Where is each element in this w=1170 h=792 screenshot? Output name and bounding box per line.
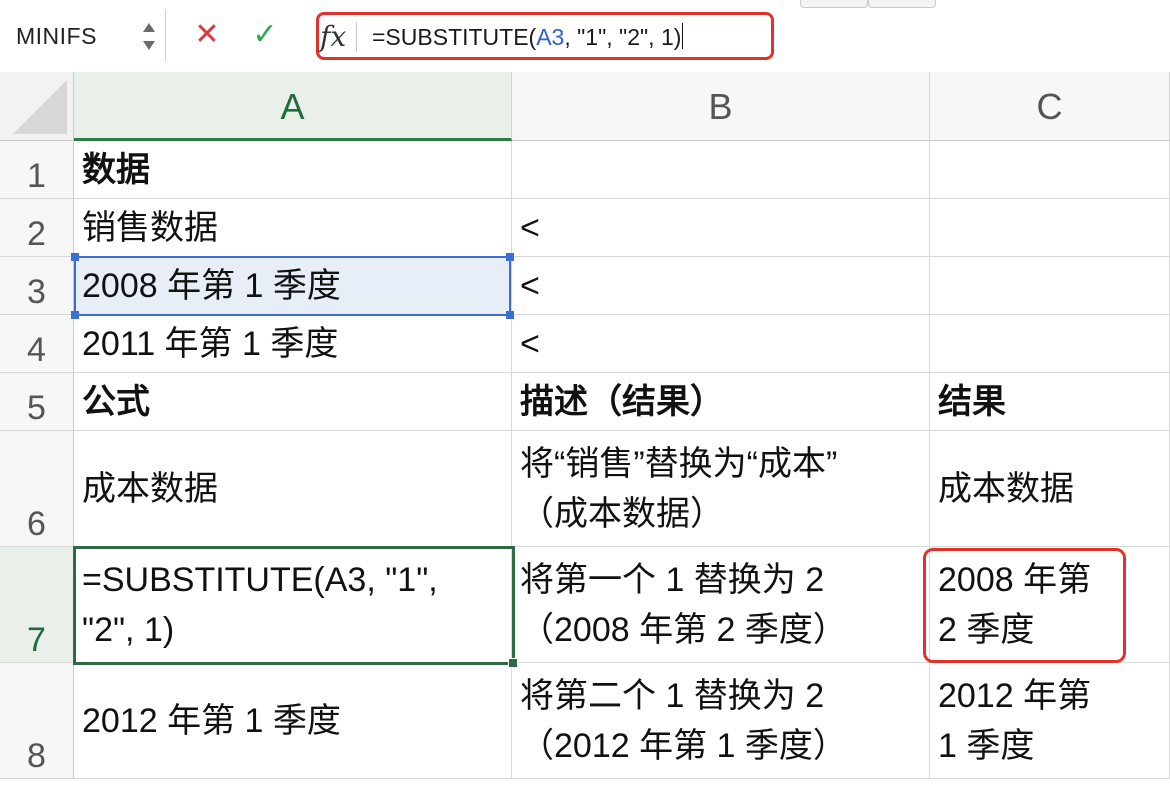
cell-b2[interactable]: <	[512, 199, 930, 257]
cell-a4[interactable]: 2011 年第 1 季度	[74, 315, 512, 373]
row-number: 5	[27, 389, 46, 427]
row-header-4[interactable]: 4	[0, 315, 74, 373]
cell-c7[interactable]: 2008 年第 2 季度	[930, 547, 1170, 663]
row-number: 6	[27, 505, 46, 543]
row-header-3[interactable]: 3	[0, 257, 74, 315]
row-header-1[interactable]: 1	[0, 141, 74, 199]
enter-formula-button[interactable]: ✓	[248, 18, 282, 52]
column-header-c[interactable]: C	[930, 72, 1170, 141]
formula-text-suffix: , "1", "2", 1)	[564, 24, 682, 50]
row-header-8[interactable]: 8	[0, 663, 74, 779]
name-box-stepper[interactable]	[141, 17, 157, 55]
cell-b1[interactable]	[512, 141, 930, 199]
cell-c8[interactable]: 2012 年第 1 季度	[930, 663, 1170, 779]
column-header-a[interactable]: A	[74, 72, 512, 141]
cell-a2[interactable]: 销售数据	[74, 199, 512, 257]
cell-a5[interactable]: 公式	[74, 373, 512, 431]
cell-c3[interactable]	[930, 257, 1170, 315]
cell-c4[interactable]	[930, 315, 1170, 373]
cancel-formula-button[interactable]: ✕	[190, 18, 224, 52]
row-number: 2	[27, 215, 46, 253]
cell-a1[interactable]: 数据	[74, 141, 512, 199]
formula-divider	[356, 22, 357, 52]
cell-a3[interactable]: 2008 年第 1 季度	[74, 257, 512, 315]
row-number: 1	[27, 157, 46, 195]
formula-input[interactable]: =SUBSTITUTE(A3, "1", "2", 1)	[372, 23, 684, 51]
function-icon[interactable]: fx	[320, 20, 346, 53]
select-all-corner[interactable]	[0, 72, 74, 141]
cell-b3[interactable]: <	[512, 257, 930, 315]
row-number: 3	[27, 273, 46, 311]
name-box-value[interactable]: MINIFS	[16, 23, 97, 50]
name-box[interactable]: MINIFS	[0, 9, 166, 61]
cell-c6[interactable]: 成本数据	[930, 431, 1170, 547]
cell-b6[interactable]: 将“销售”替换为“成本” （成本数据）	[512, 431, 930, 547]
row-header-2[interactable]: 2	[0, 199, 74, 257]
cell-b8[interactable]: 将第二个 1 替换为 2 （2012 年第 1 季度）	[512, 663, 930, 779]
cell-b4[interactable]: <	[512, 315, 930, 373]
text-caret	[682, 23, 684, 49]
row-header-5[interactable]: 5	[0, 373, 74, 431]
row-header-7[interactable]: 7	[0, 547, 74, 663]
chevron-up-icon[interactable]	[143, 23, 155, 32]
select-all-icon	[13, 80, 67, 134]
cell-c5[interactable]: 结果	[930, 373, 1170, 431]
column-header-b[interactable]: B	[512, 72, 930, 141]
formula-bar: MINIFS ✕ ✓ fx =SUBSTITUTE(A3, "1", "2", …	[0, 0, 1170, 73]
cell-a8[interactable]: 2012 年第 1 季度	[74, 663, 512, 779]
cell-b5[interactable]: 描述（结果）	[512, 373, 930, 431]
formula-text-prefix: =SUBSTITUTE(	[372, 24, 537, 50]
toolbar-tab-edge	[868, 0, 936, 8]
cell-a6[interactable]: 成本数据	[74, 431, 512, 547]
row-number: 4	[27, 331, 46, 369]
chevron-down-icon[interactable]	[143, 41, 155, 50]
formula-cell-reference: A3	[536, 24, 565, 50]
cell-a7[interactable]: =SUBSTITUTE(A3, "1", "2", 1)	[74, 547, 512, 663]
row-number: 8	[27, 737, 46, 775]
row-number: 7	[27, 621, 46, 659]
row-header-6[interactable]: 6	[0, 431, 74, 547]
cell-c1[interactable]	[930, 141, 1170, 199]
cell-c2[interactable]	[930, 199, 1170, 257]
toolbar-tab-edge	[800, 0, 868, 8]
cell-b7[interactable]: 将第一个 1 替换为 2 （2008 年第 2 季度）	[512, 547, 930, 663]
